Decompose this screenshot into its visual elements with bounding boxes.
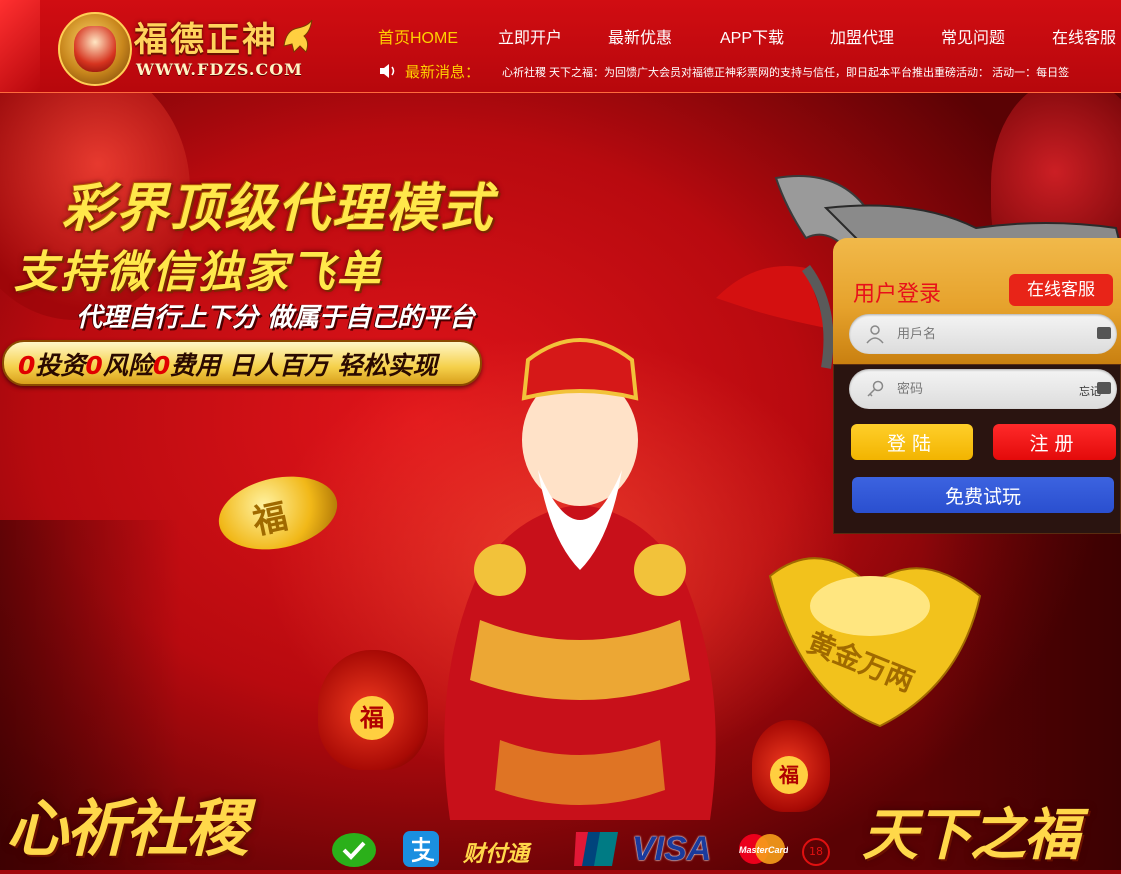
headline-wechat: 支持微信独家飞单	[14, 247, 382, 298]
nav-home[interactable]: 首页HOME	[378, 24, 458, 48]
qilin-icon	[283, 19, 313, 53]
customer-service-button[interactable]: 在线客服	[1009, 274, 1113, 306]
mastercard-icon: MasterCard	[739, 834, 788, 864]
slogan-pill-text: 0投资0风险0费用 日人百万 轻松实现	[18, 351, 438, 380]
age-18-badge: 18	[802, 838, 830, 866]
calligraphy-right: 天下之福	[862, 802, 1080, 868]
nav-app-download[interactable]: APP下载	[720, 24, 784, 48]
username-field[interactable]	[849, 314, 1117, 354]
username-input[interactable]	[897, 314, 1067, 354]
keyboard-icon[interactable]	[1097, 382, 1111, 394]
key-icon	[867, 380, 884, 397]
brand-url[interactable]: WWW.FDZS.COM	[136, 60, 303, 79]
visa-logo: VISA	[632, 830, 712, 868]
alipay-icon	[403, 831, 439, 867]
nav-customer-service[interactable]: 在线客服	[1052, 24, 1116, 48]
logo-deity-icon[interactable]	[58, 12, 132, 86]
password-field[interactable]: 忘记	[849, 369, 1117, 409]
nav-faq[interactable]: 常见问题	[941, 24, 1005, 48]
register-button[interactable]: 注册	[993, 424, 1116, 460]
news-label: 最新消息：	[405, 64, 481, 81]
nav-promotions[interactable]: 最新优惠	[608, 24, 672, 48]
login-button[interactable]: 登陆	[851, 424, 973, 460]
password-input[interactable]	[897, 369, 1067, 409]
site-header: 福德正神 WWW.FDZS.COM 首页HOME 立即开户 最新优惠 APP下载…	[0, 0, 1121, 93]
news-ticker: 最新消息： 心祈社稷 天下之福：为回馈广大会员对福德正神彩票网的支持与信任，即日…	[378, 60, 1121, 82]
main-nav: 首页HOME 立即开户 最新优惠 APP下载 加盟代理 常见问题 在线客服	[372, 24, 1121, 48]
nav-agent[interactable]: 加盟代理	[830, 24, 894, 48]
nav-open-account[interactable]: 立即开户	[498, 24, 562, 48]
user-icon	[866, 325, 884, 344]
money-bag-right: 福	[752, 720, 830, 812]
brand-name[interactable]: 福德正神	[134, 12, 278, 61]
payment-methods: 财付通 VISA MasterCard 18	[330, 830, 835, 870]
gold-ingot: 黄金万两	[768, 557, 982, 728]
deity-illustration	[444, 338, 716, 820]
login-title: 用户登录	[853, 282, 942, 307]
unionpay-icon	[574, 832, 618, 866]
free-trial-button[interactable]: 免费试玩	[852, 477, 1114, 513]
headline-agent-mode: 彩界顶级代理模式	[62, 179, 495, 239]
money-bag-left: 福	[318, 650, 428, 770]
login-panel: 用户登录 在线客服 忘记 登陆 注册 免费试玩	[833, 238, 1121, 534]
speaker-icon	[380, 64, 395, 78]
keyboard-icon[interactable]	[1097, 327, 1111, 339]
wechat-pay-icon	[332, 833, 376, 867]
tenpay-logo: 财付通	[463, 842, 530, 867]
header-stripe	[0, 0, 40, 92]
news-text[interactable]: 心祈社稷 天下之福：为回馈广大会员对福德正神彩票网的支持与信任，即日起本平台推出…	[502, 64, 1069, 80]
svg-text:MasterCard: MasterCard	[739, 845, 788, 855]
calligraphy-left: 心祈社稷	[6, 792, 248, 865]
